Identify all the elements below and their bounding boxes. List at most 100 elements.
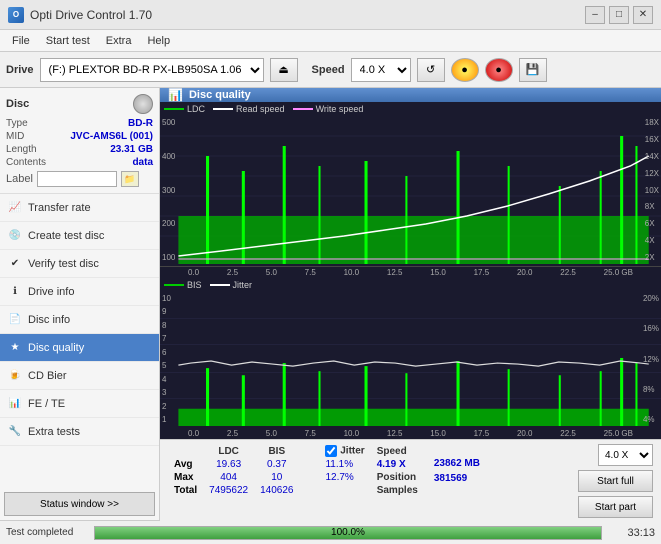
progress-text: 100.0%	[95, 527, 601, 539]
start-part-button[interactable]: Start part	[578, 496, 653, 518]
menu-bar: File Start test Extra Help	[0, 30, 661, 52]
nav-cd-bier[interactable]: 🍺 CD Bier	[0, 362, 159, 390]
transfer-rate-icon: 📈	[8, 201, 22, 215]
upper-chart-legend: LDC Read speed Write speed	[160, 102, 661, 116]
contents-row: Contents data	[6, 157, 153, 168]
nav-transfer-rate[interactable]: 📈 Transfer rate	[0, 194, 159, 222]
time-display: 33:13	[610, 527, 655, 539]
x-axis-lower: 0.0 2.5 5.0 7.5 10.0 12.5 15.0 17.5 20.0…	[160, 428, 661, 439]
maximize-button[interactable]: □	[609, 6, 629, 24]
avg-speed: 4.19 X	[371, 458, 424, 471]
legend-jitter: Jitter	[210, 280, 253, 290]
speed-select[interactable]: 4.0 X	[351, 58, 411, 82]
start-full-button[interactable]: Start full	[578, 470, 653, 492]
app-title: Opti Drive Control 1.70	[30, 8, 152, 22]
label-input[interactable]	[37, 171, 117, 187]
nav-items: 📈 Transfer rate 💿 Create test disc ✔ Ver…	[0, 194, 159, 488]
read-speed-legend-dot	[213, 108, 233, 110]
minimize-button[interactable]: –	[585, 6, 605, 24]
test-speed-select[interactable]: 4.0 X 2.0 X 1.0 X MAX	[598, 444, 653, 466]
chart-title: Disc quality	[189, 89, 251, 101]
jitter-legend-label: Jitter	[233, 280, 253, 290]
stats-area: LDC BIS Jitter Speed Avg 19.63 0.37 11.1…	[160, 439, 661, 522]
status-window-button[interactable]: Status window >>	[4, 492, 155, 516]
cd-bier-icon: 🍺	[8, 369, 22, 383]
drive-info-icon: ℹ	[8, 285, 22, 299]
disc-panel-title: Disc	[6, 98, 29, 110]
legend-ldc: LDC	[164, 104, 205, 114]
chart-area: 📊 Disc quality LDC Read speed	[160, 88, 661, 520]
bis-legend-label: BIS	[187, 280, 202, 290]
bis-legend-dot	[164, 284, 184, 286]
nav-verify-test-disc-label: Verify test disc	[28, 258, 99, 270]
nav-disc-quality-label: Disc quality	[28, 342, 84, 354]
verify-test-disc-icon: ✔	[8, 257, 22, 271]
bis-header: BIS	[254, 444, 299, 458]
nav-verify-test-disc[interactable]: ✔ Verify test disc	[0, 250, 159, 278]
verify-button[interactable]: ●	[485, 58, 513, 82]
refresh-button[interactable]: ↺	[417, 58, 445, 82]
position-label: Position	[377, 472, 416, 483]
avg-label: Avg	[168, 458, 203, 471]
nav-fe-te[interactable]: 📊 FE / TE	[0, 390, 159, 418]
jitter-checkbox-cell: Jitter	[319, 444, 370, 458]
menu-help[interactable]: Help	[139, 33, 178, 49]
sidebar: Disc Type BD-R MID JVC-AMS6L (001) Lengt…	[0, 88, 160, 520]
position-value: 23862 MB	[434, 458, 480, 469]
max-ldc: 404	[203, 471, 254, 484]
ldc-legend-dot	[164, 108, 184, 110]
menu-start-test[interactable]: Start test	[38, 33, 98, 49]
nav-extra-tests[interactable]: 🔧 Extra tests	[0, 418, 159, 446]
type-label: Type	[6, 118, 28, 129]
speed-header: Speed	[371, 444, 424, 458]
samples-cell: Samples	[371, 484, 424, 497]
toolbar: Drive (F:) PLEXTOR BD-R PX-LB950SA 1.06 …	[0, 52, 661, 88]
drive-select[interactable]: (F:) PLEXTOR BD-R PX-LB950SA 1.06	[40, 58, 264, 82]
window-controls: – □ ✕	[585, 6, 653, 24]
speed-label: Speed	[312, 64, 345, 76]
save-button[interactable]: 💾	[519, 58, 547, 82]
burn-button[interactable]: ●	[451, 58, 479, 82]
x-axis-upper: 0.0 2.5 5.0 7.5 10.0 12.5 15.0 17.5 20.0…	[160, 267, 661, 278]
upper-y-axis-right: 18X 16X 14X 12X 10X 8X 6X 4X 2X	[645, 116, 659, 264]
nav-disc-quality[interactable]: ★ Disc quality	[0, 334, 159, 362]
avg-jitter: 11.1%	[319, 458, 370, 471]
samples-row: 381569	[434, 473, 480, 484]
chart-header-icon: 📊	[168, 88, 183, 102]
upper-chart-svg	[160, 116, 661, 264]
extra-tests-icon: 🔧	[8, 425, 22, 439]
contents-label: Contents	[6, 157, 46, 168]
disc-info-panel: Disc Type BD-R MID JVC-AMS6L (001) Lengt…	[0, 88, 159, 194]
legend-write-speed: Write speed	[293, 104, 364, 114]
label-row: Label 📁	[6, 171, 153, 187]
jitter-checkbox[interactable]	[325, 445, 337, 457]
position-row: 23862 MB	[434, 458, 480, 469]
write-speed-legend-dot	[293, 108, 313, 110]
label-browse-button[interactable]: 📁	[121, 171, 139, 187]
contents-value: data	[132, 157, 153, 168]
menu-extra[interactable]: Extra	[98, 33, 140, 49]
total-bis: 140626	[254, 484, 299, 497]
menu-file[interactable]: File	[4, 33, 38, 49]
lower-chart-legend: BIS Jitter	[160, 278, 661, 292]
max-label: Max	[168, 471, 203, 484]
upper-chart: LDC Read speed Write speed 500	[160, 102, 661, 267]
nav-fe-te-label: FE / TE	[28, 398, 65, 410]
upper-y-axis-left: 500 400 300 200 100	[162, 116, 175, 264]
nav-disc-info[interactable]: 📄 Disc info	[0, 306, 159, 334]
create-test-disc-icon: 💿	[8, 229, 22, 243]
total-ldc: 7495622	[203, 484, 254, 497]
drive-label: Drive	[6, 64, 34, 76]
label-label: Label	[6, 173, 33, 185]
eject-button[interactable]: ⏏	[270, 58, 298, 82]
ldc-legend-label: LDC	[187, 104, 205, 114]
charts-container: LDC Read speed Write speed 500	[160, 102, 661, 439]
nav-create-test-disc[interactable]: 💿 Create test disc	[0, 222, 159, 250]
nav-drive-info[interactable]: ℹ Drive info	[0, 278, 159, 306]
mid-label: MID	[6, 131, 24, 142]
avg-bis: 0.37	[254, 458, 299, 471]
close-button[interactable]: ✕	[633, 6, 653, 24]
status-text: Test completed	[6, 527, 86, 538]
max-bis: 10	[254, 471, 299, 484]
mid-value: JVC-AMS6L (001)	[70, 131, 153, 142]
